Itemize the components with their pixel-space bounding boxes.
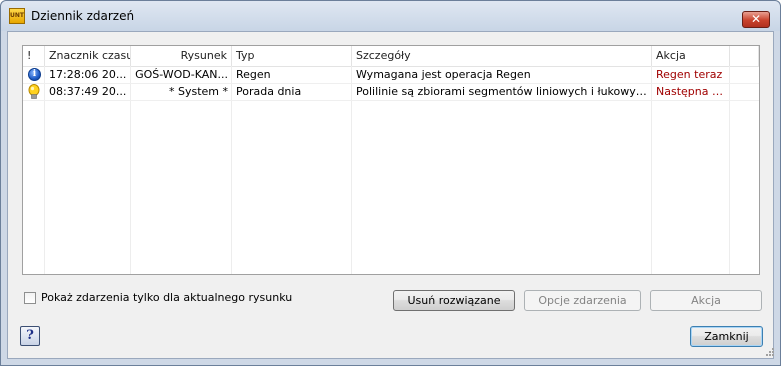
row-details: Wymagana jest operacja Regen [356, 68, 531, 81]
event-options-button[interactable]: Opcje zdarzenia [524, 290, 641, 311]
current-drawing-checkbox-label[interactable]: Pokaż zdarzenia tylko dla aktualnego rys… [41, 291, 292, 304]
close-button[interactable]: Zamknij [690, 326, 763, 347]
table-row[interactable]: i 17:28:06 20... GOŚ-WOD-KAN... Regen Wy… [23, 67, 759, 84]
column-header-severity[interactable]: ! [23, 46, 45, 66]
info-icon: i [28, 68, 41, 81]
app-icon: UNT [9, 8, 25, 24]
remove-resolved-button[interactable]: Usuń rozwiązane [393, 290, 515, 311]
row-action-link[interactable]: Regen teraz [652, 67, 730, 83]
row-drawing: GOŚ-WOD-KAN... [135, 68, 228, 81]
column-header-timestamp[interactable]: Znacznik czasu [45, 46, 131, 66]
column-header-action[interactable]: Akcja [652, 46, 730, 66]
event-list[interactable]: ! Znacznik czasu Rysunek Typ Szczegóły A… [22, 45, 760, 275]
help-button[interactable]: ? [20, 326, 40, 346]
event-log-window: UNT Dziennik zdarzeń ✕ ! Znacznik czasu … [0, 0, 781, 366]
window-title: Dziennik zdarzeń [31, 9, 135, 23]
row-timestamp: 17:28:06 20... [49, 68, 127, 81]
current-drawing-checkbox[interactable] [24, 292, 36, 304]
column-header-filler [730, 46, 759, 66]
row-type: Regen [236, 68, 271, 81]
row-timestamp: 08:37:49 20... [49, 85, 127, 98]
close-window-button[interactable]: ✕ [742, 11, 770, 28]
column-header-drawing[interactable]: Rysunek [131, 46, 232, 66]
row-type: Porada dnia [236, 85, 302, 98]
action-button[interactable]: Akcja [650, 290, 762, 311]
title-bar[interactable]: UNT Dziennik zdarzeń ✕ [1, 1, 780, 31]
lightbulb-icon [28, 84, 40, 99]
row-drawing: * System * [168, 85, 228, 98]
row-action-link[interactable]: Następna p... [652, 84, 730, 100]
dialog-body: ! Znacznik czasu Rysunek Typ Szczegóły A… [7, 31, 774, 359]
column-header-type[interactable]: Typ [232, 46, 352, 66]
resize-grip-icon[interactable] [766, 348, 774, 356]
column-header-action-label: Akcja [656, 49, 686, 62]
column-header-details[interactable]: Szczegóły [352, 46, 652, 66]
table-row[interactable]: 08:37:49 20... * System * Porada dnia Po… [23, 84, 759, 101]
row-details: Polilinie są zbiorami segmentów liniowyc… [356, 85, 652, 98]
list-header: ! Znacznik czasu Rysunek Typ Szczegóły A… [23, 46, 759, 67]
